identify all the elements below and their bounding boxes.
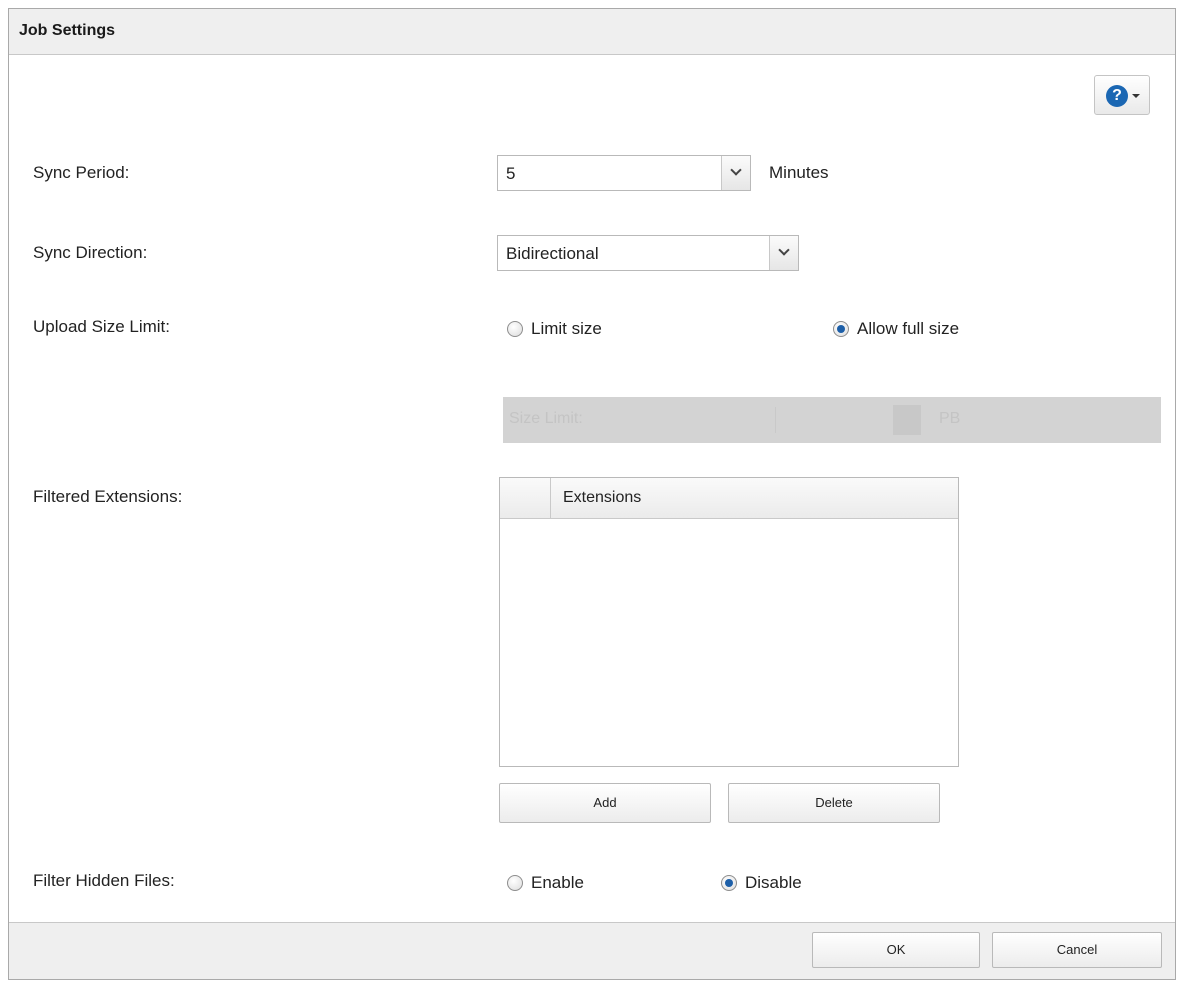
sync-period-dropdown-toggle[interactable] — [721, 156, 750, 190]
sync-period-select[interactable]: 5 — [497, 155, 751, 191]
size-limit-input — [775, 407, 903, 433]
allow-full-size-radio-label: Allow full size — [857, 319, 960, 338]
help-button[interactable]: ? — [1094, 75, 1150, 115]
sync-period-unit: Minutes — [769, 163, 829, 182]
upload-size-limit-label: Upload Size Limit: — [33, 317, 171, 336]
sync-period-label: Sync Period: — [33, 163, 130, 182]
radio-unchecked-icon — [507, 875, 523, 891]
radio-unchecked-icon — [507, 321, 523, 337]
sync-direction-label: Sync Direction: — [33, 243, 148, 262]
disable-radio[interactable]: Disable — [721, 873, 802, 893]
limit-size-radio-label: Limit size — [531, 319, 602, 338]
enable-radio-label: Enable — [531, 873, 584, 892]
size-limit-row-disabled: Size Limit: PB — [503, 397, 1161, 443]
filter-hidden-files-label: Filter Hidden Files: — [33, 871, 175, 890]
sync-direction-dropdown-toggle[interactable] — [769, 236, 798, 270]
sync-direction-select[interactable]: Bidirectional — [497, 235, 799, 271]
extensions-table[interactable]: Extensions — [499, 477, 959, 767]
dialog-footer: OK Cancel — [9, 922, 1175, 979]
dialog-titlebar: Job Settings — [9, 9, 1175, 55]
job-settings-dialog: Job Settings ? Sync Period: 5 Minutes Sy… — [8, 8, 1176, 980]
cancel-button[interactable]: Cancel — [992, 932, 1162, 968]
enable-radio[interactable]: Enable — [507, 873, 584, 893]
extensions-column-header: Extensions — [563, 489, 642, 506]
caret-down-icon — [1132, 94, 1140, 98]
chevron-down-icon — [778, 244, 790, 256]
allow-full-size-radio[interactable]: Allow full size — [833, 319, 959, 339]
size-limit-label: Size Limit: — [509, 410, 583, 427]
sync-period-value: 5 — [506, 164, 516, 183]
filtered-extensions-label: Filtered Extensions: — [33, 487, 183, 506]
delete-extension-button[interactable]: Delete — [728, 783, 940, 823]
extensions-table-header: Extensions — [500, 478, 958, 519]
radio-checked-icon — [833, 321, 849, 337]
ok-button[interactable]: OK — [812, 932, 980, 968]
select-all-column[interactable] — [500, 478, 551, 518]
radio-checked-icon — [721, 875, 737, 891]
add-extension-button[interactable]: Add — [499, 783, 711, 823]
dialog-title: Job Settings — [19, 22, 116, 39]
chevron-down-icon — [730, 164, 742, 176]
limit-size-radio[interactable]: Limit size — [507, 319, 602, 339]
sync-direction-value: Bidirectional — [506, 244, 599, 263]
help-icon: ? — [1106, 85, 1128, 107]
size-limit-spinner — [893, 405, 921, 435]
size-limit-unit: PB — [939, 410, 961, 427]
disable-radio-label: Disable — [745, 873, 802, 892]
